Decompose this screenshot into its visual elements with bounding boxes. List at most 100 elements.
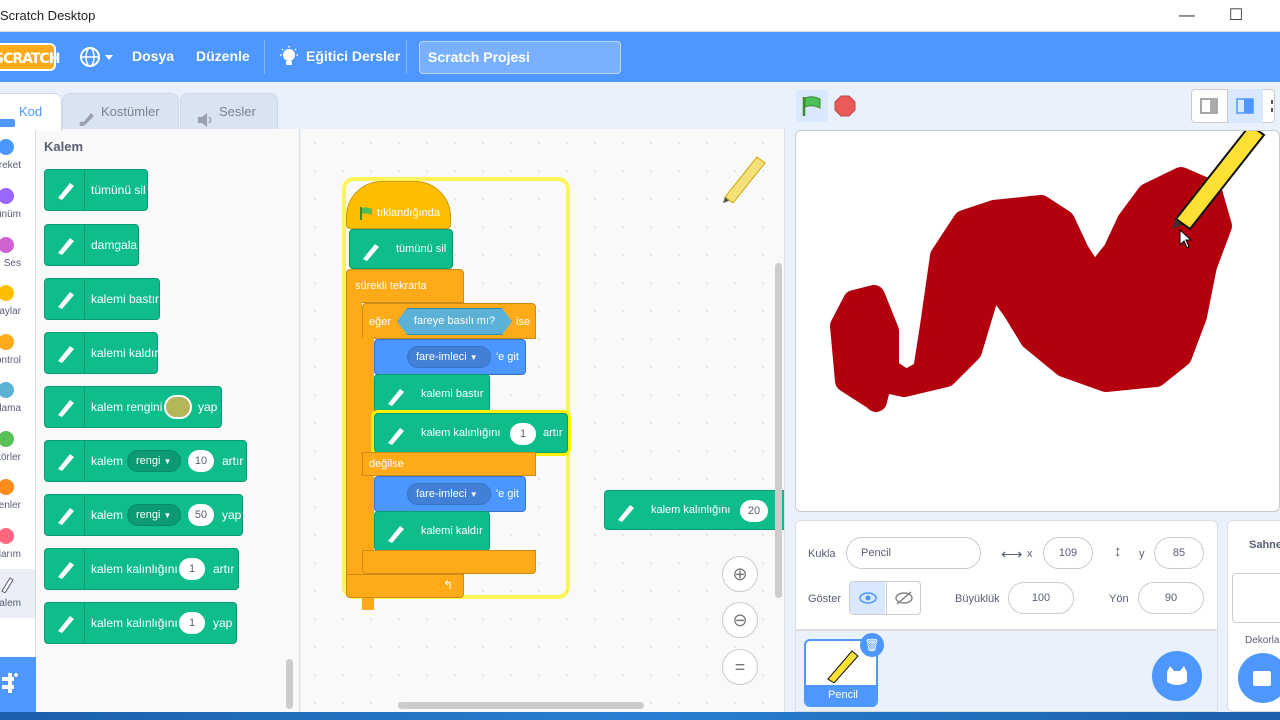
category-events[interactable]: Olaylar [0, 277, 35, 326]
menu-file[interactable]: Dosya [132, 48, 174, 64]
category-operators[interactable]: Operatörler [0, 423, 35, 472]
param-dropdown[interactable]: rengi ▼ [127, 450, 181, 472]
zoom-out-button[interactable]: ⊖ [722, 602, 758, 638]
stage-target-panel[interactable]: Sahne Dekorlar [1227, 520, 1280, 712]
direction-input[interactable]: 90 [1138, 582, 1204, 614]
block-change-pen-size[interactable]: kalem kalınlığını 1 artır [374, 413, 568, 453]
dropdown-label: fare-imleci [416, 488, 467, 500]
pen-icon [45, 603, 85, 643]
delete-sprite-button[interactable]: 🗑 [860, 633, 884, 657]
category-control[interactable]: Kontrol [0, 326, 35, 375]
block-set-pen-size-loose[interactable]: kalem kalınlığını 20 [604, 490, 784, 530]
block-pen-down[interactable]: kalemi bastır [374, 374, 490, 414]
menu-tutorials[interactable]: Eğitici Dersler [306, 48, 400, 64]
block-when-flag-clicked[interactable]: tıklandığında [346, 181, 451, 229]
category-sensing[interactable]: Algılama [0, 374, 35, 423]
fullscreen-icon[interactable] [1270, 98, 1280, 119]
value-input[interactable]: 10 [188, 450, 214, 472]
sprite-thumb-name: Pencil [806, 685, 876, 705]
workspace-vscrollbar[interactable] [775, 263, 782, 598]
value-input[interactable]: 1 [179, 612, 205, 634]
block-goto[interactable]: fare-imleci ▼ 'e git [374, 339, 526, 375]
goto-target-dropdown[interactable]: fare-imleci ▼ [407, 346, 491, 368]
x-input[interactable]: 109 [1043, 537, 1093, 569]
tab-sounds[interactable]: Sesler [180, 93, 278, 129]
scratch-logo[interactable]: SCRATCH [0, 43, 60, 71]
backdrops-label: Dekorlar [1245, 635, 1280, 646]
block-change-pen-param[interactable]: kalem rengi ▼ 10 artır [44, 440, 247, 482]
block-clear[interactable]: tümünü sil [349, 229, 453, 269]
script-workspace[interactable]: tıklandığında tümünü sil sürekli tekrarl… [301, 129, 785, 712]
value-input[interactable]: 1 [510, 423, 536, 445]
size-input[interactable]: 100 [1008, 582, 1074, 614]
green-flag-icon [359, 206, 373, 223]
backdrop-thumbnail[interactable] [1232, 573, 1280, 623]
y-input[interactable]: 85 [1154, 537, 1204, 569]
param-dropdown[interactable]: rengi ▼ [127, 504, 181, 526]
minimize-button[interactable]: — [1167, 4, 1207, 28]
block-text: kalem kalınlığını [651, 504, 731, 516]
x-arrows-icon: ⟷ [1001, 546, 1023, 563]
menu-divider [406, 40, 407, 74]
stop-button[interactable] [834, 95, 856, 122]
block-if-else[interactable]: eğer fareye basılı mı? ise [362, 303, 536, 339]
category-variables[interactable]: Değişkenler [0, 471, 35, 520]
pencil-sprite[interactable] [1168, 131, 1268, 236]
pen-icon [383, 423, 407, 450]
block-pen-up[interactable]: kalemi kaldır [44, 332, 158, 374]
language-globe-icon[interactable] [80, 46, 120, 73]
zoom-reset-button[interactable]: = [722, 649, 758, 685]
pen-icon [45, 441, 85, 481]
y-label: y [1139, 548, 1145, 560]
value-input[interactable]: 20 [740, 500, 768, 522]
block-goto[interactable]: fare-imleci ▼ 'e git [374, 476, 526, 512]
color-swatch[interactable] [164, 395, 192, 419]
pen-icon [383, 384, 407, 411]
value-input[interactable]: 1 [179, 558, 205, 580]
block-forever[interactable]: sürekli tekrarla [346, 269, 464, 303]
block-text: kalemi bastır [421, 388, 484, 400]
sprite-name-input[interactable]: Pencil [846, 537, 981, 569]
add-backdrop-button[interactable] [1238, 653, 1280, 703]
menu-edit[interactable]: Düzenle [196, 48, 250, 64]
category-looks[interactable]: Görünüm [0, 180, 35, 229]
block-clear[interactable]: tümünü sil [44, 169, 148, 211]
block-text: kalem rengini [91, 400, 163, 414]
block-text: yap [222, 508, 242, 522]
pen-icon [45, 387, 85, 427]
tab-code[interactable]: Kod [0, 93, 62, 131]
tab-costumes[interactable]: Kostümler [62, 93, 179, 129]
block-pen-down[interactable]: kalemi bastır [44, 278, 160, 320]
condition-mouse-down[interactable]: fareye basılı mı? [397, 308, 512, 335]
category-myblocks[interactable]: Bloklarım [0, 520, 35, 569]
category-pen[interactable]: Kalem [0, 569, 35, 618]
block-set-pen-size[interactable]: kalem kalınlığını 1 yap [44, 602, 237, 644]
category-dot [0, 237, 14, 253]
workspace-hscrollbar[interactable] [398, 702, 644, 709]
chevron-down-icon: ▼ [469, 490, 478, 499]
block-pen-up[interactable]: kalemi kaldır [374, 511, 490, 551]
palette-scrollbar[interactable] [286, 659, 293, 709]
value-input[interactable]: 50 [188, 504, 214, 526]
hide-button[interactable] [886, 582, 920, 614]
small-stage-icon[interactable] [1200, 98, 1218, 119]
main-script[interactable]: tıklandığında tümünü sil sürekli tekrarl… [342, 177, 570, 610]
add-extension-button[interactable] [0, 657, 36, 712]
stage-canvas[interactable] [795, 130, 1280, 512]
add-sprite-button[interactable] [1152, 651, 1202, 701]
maximize-button[interactable]: ☐ [1216, 4, 1256, 28]
sprite-label: Kukla [808, 548, 836, 560]
block-stamp[interactable]: damgala [44, 224, 139, 266]
category-sound[interactable]: Ses [0, 229, 35, 278]
block-set-pen-color[interactable]: kalem rengini yap [44, 386, 222, 428]
goto-target-dropdown[interactable]: fare-imleci ▼ [407, 483, 491, 505]
green-flag-button[interactable] [796, 90, 828, 122]
show-button[interactable] [850, 582, 885, 614]
block-set-pen-param[interactable]: kalem rengi ▼ 50 yap [44, 494, 243, 536]
zoom-in-button[interactable]: ⊕ [722, 556, 758, 592]
pen-icon [45, 225, 85, 265]
project-title-input[interactable]: Scratch Projesi [419, 41, 621, 74]
block-text: kalem kalınlığını [91, 562, 178, 576]
menu-divider [264, 40, 265, 74]
block-change-pen-size[interactable]: kalem kalınlığını 1 artır [44, 548, 239, 590]
